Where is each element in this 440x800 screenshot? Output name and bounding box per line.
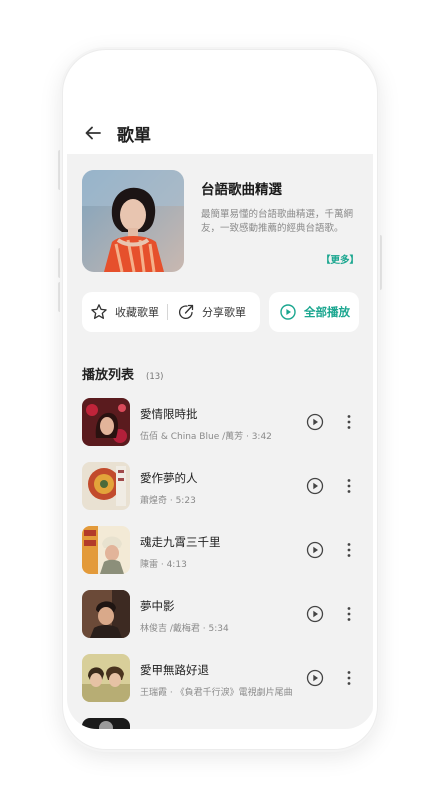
track-title: 魂走九霄三千里: [140, 535, 221, 549]
playlist-content: 台語歌曲精選 最簡單易懂的台語歌曲精選，千萬網友，一致感動推薦的經典台語歌。 【…: [67, 154, 373, 729]
track-artist-duration: 陳雷 · 4:13: [140, 560, 187, 570]
favorite-playlist-label: 收藏歌單: [115, 306, 159, 319]
favorite-playlist-button[interactable]: 收藏歌單: [89, 302, 159, 322]
track-row[interactable]: 愛作夢的人 蕭煌奇 · 5:23: [67, 462, 373, 518]
divider: [167, 304, 168, 320]
playlist-cover-image: [82, 170, 184, 272]
more-vertical-icon[interactable]: [339, 604, 359, 624]
track-title: 愛情限時批: [140, 407, 198, 421]
track-row[interactable]: 夢中影 林俊吉 /戴梅君 · 5:34: [67, 590, 373, 646]
play-circle-icon: [278, 302, 298, 322]
track-artist-duration: 王瑞霞 · 《負君千行淚》電視劇片尾曲: [140, 688, 293, 698]
play-circle-icon[interactable]: [305, 604, 325, 624]
share-playlist-button[interactable]: 分享歌單: [176, 302, 246, 322]
more-link[interactable]: 【更多】: [321, 252, 359, 266]
track-artist-duration: 伍佰 & China Blue /萬芳 · 3:42: [140, 432, 272, 442]
track-cover-image: [82, 718, 130, 729]
more-vertical-icon[interactable]: [339, 540, 359, 560]
playlist-list-header: 播放列表 (13): [82, 364, 163, 383]
track-title: 愛作夢的人: [140, 471, 198, 485]
phone-frame: 歌單 台語歌曲精選 最簡單易懂的台語歌曲精選，千萬網友，一致感動推薦的經典台語歌…: [62, 49, 378, 750]
more-vertical-icon[interactable]: [339, 476, 359, 496]
track-artist-duration: 林俊吉 /戴梅君 · 5:34: [140, 624, 229, 634]
share-playlist-label: 分享歌單: [202, 306, 246, 319]
playlist-actions-card: 收藏歌單 分享歌單: [82, 292, 260, 332]
track-row[interactable]: 愛情限時批 伍佰 & China Blue /萬芳 · 3:42: [67, 398, 373, 454]
playlist-description: 最簡單易懂的台語歌曲精選，千萬網友，一致感動推薦的經典台語歌。: [201, 209, 354, 234]
track-row-partial[interactable]: [67, 718, 373, 729]
play-all-button[interactable]: 全部播放: [269, 292, 359, 332]
more-vertical-icon[interactable]: [339, 668, 359, 688]
track-count: (13): [146, 372, 164, 382]
play-all-label: 全部播放: [304, 305, 350, 319]
star-icon: [89, 302, 109, 322]
playlist-list-title: 播放列表: [82, 368, 135, 383]
track-cover-image: [82, 462, 130, 510]
track-cover-image: [82, 654, 130, 702]
arrow-left-icon[interactable]: [81, 121, 105, 145]
page-title: 歌單: [117, 125, 151, 146]
play-all-content: 全部播放: [278, 302, 350, 322]
play-circle-icon[interactable]: [305, 476, 325, 496]
app-header: 歌單: [67, 108, 373, 158]
track-cover-image: [82, 590, 130, 638]
more-vertical-icon[interactable]: [339, 412, 359, 432]
track-cover-image: [82, 526, 130, 574]
track-title: 愛甲無路好退: [140, 663, 209, 677]
share-icon: [176, 302, 196, 322]
playlist-title: 台語歌曲精選: [201, 182, 282, 198]
track-row[interactable]: 魂走九霄三千里 陳雷 · 4:13: [67, 526, 373, 582]
screen: 歌單 台語歌曲精選 最簡單易懂的台語歌曲精選，千萬網友，一致感動推薦的經典台語歌…: [67, 54, 373, 745]
track-title: 夢中影: [140, 599, 175, 613]
play-circle-icon[interactable]: [305, 540, 325, 560]
track-cover-image: [82, 398, 130, 446]
play-circle-icon[interactable]: [305, 668, 325, 688]
track-row[interactable]: 愛甲無路好退 王瑞霞 · 《負君千行淚》電視劇片尾曲: [67, 654, 373, 710]
play-circle-icon[interactable]: [305, 412, 325, 432]
track-artist-duration: 蕭煌奇 · 5:23: [140, 496, 196, 506]
phone-power-button: [378, 235, 382, 290]
